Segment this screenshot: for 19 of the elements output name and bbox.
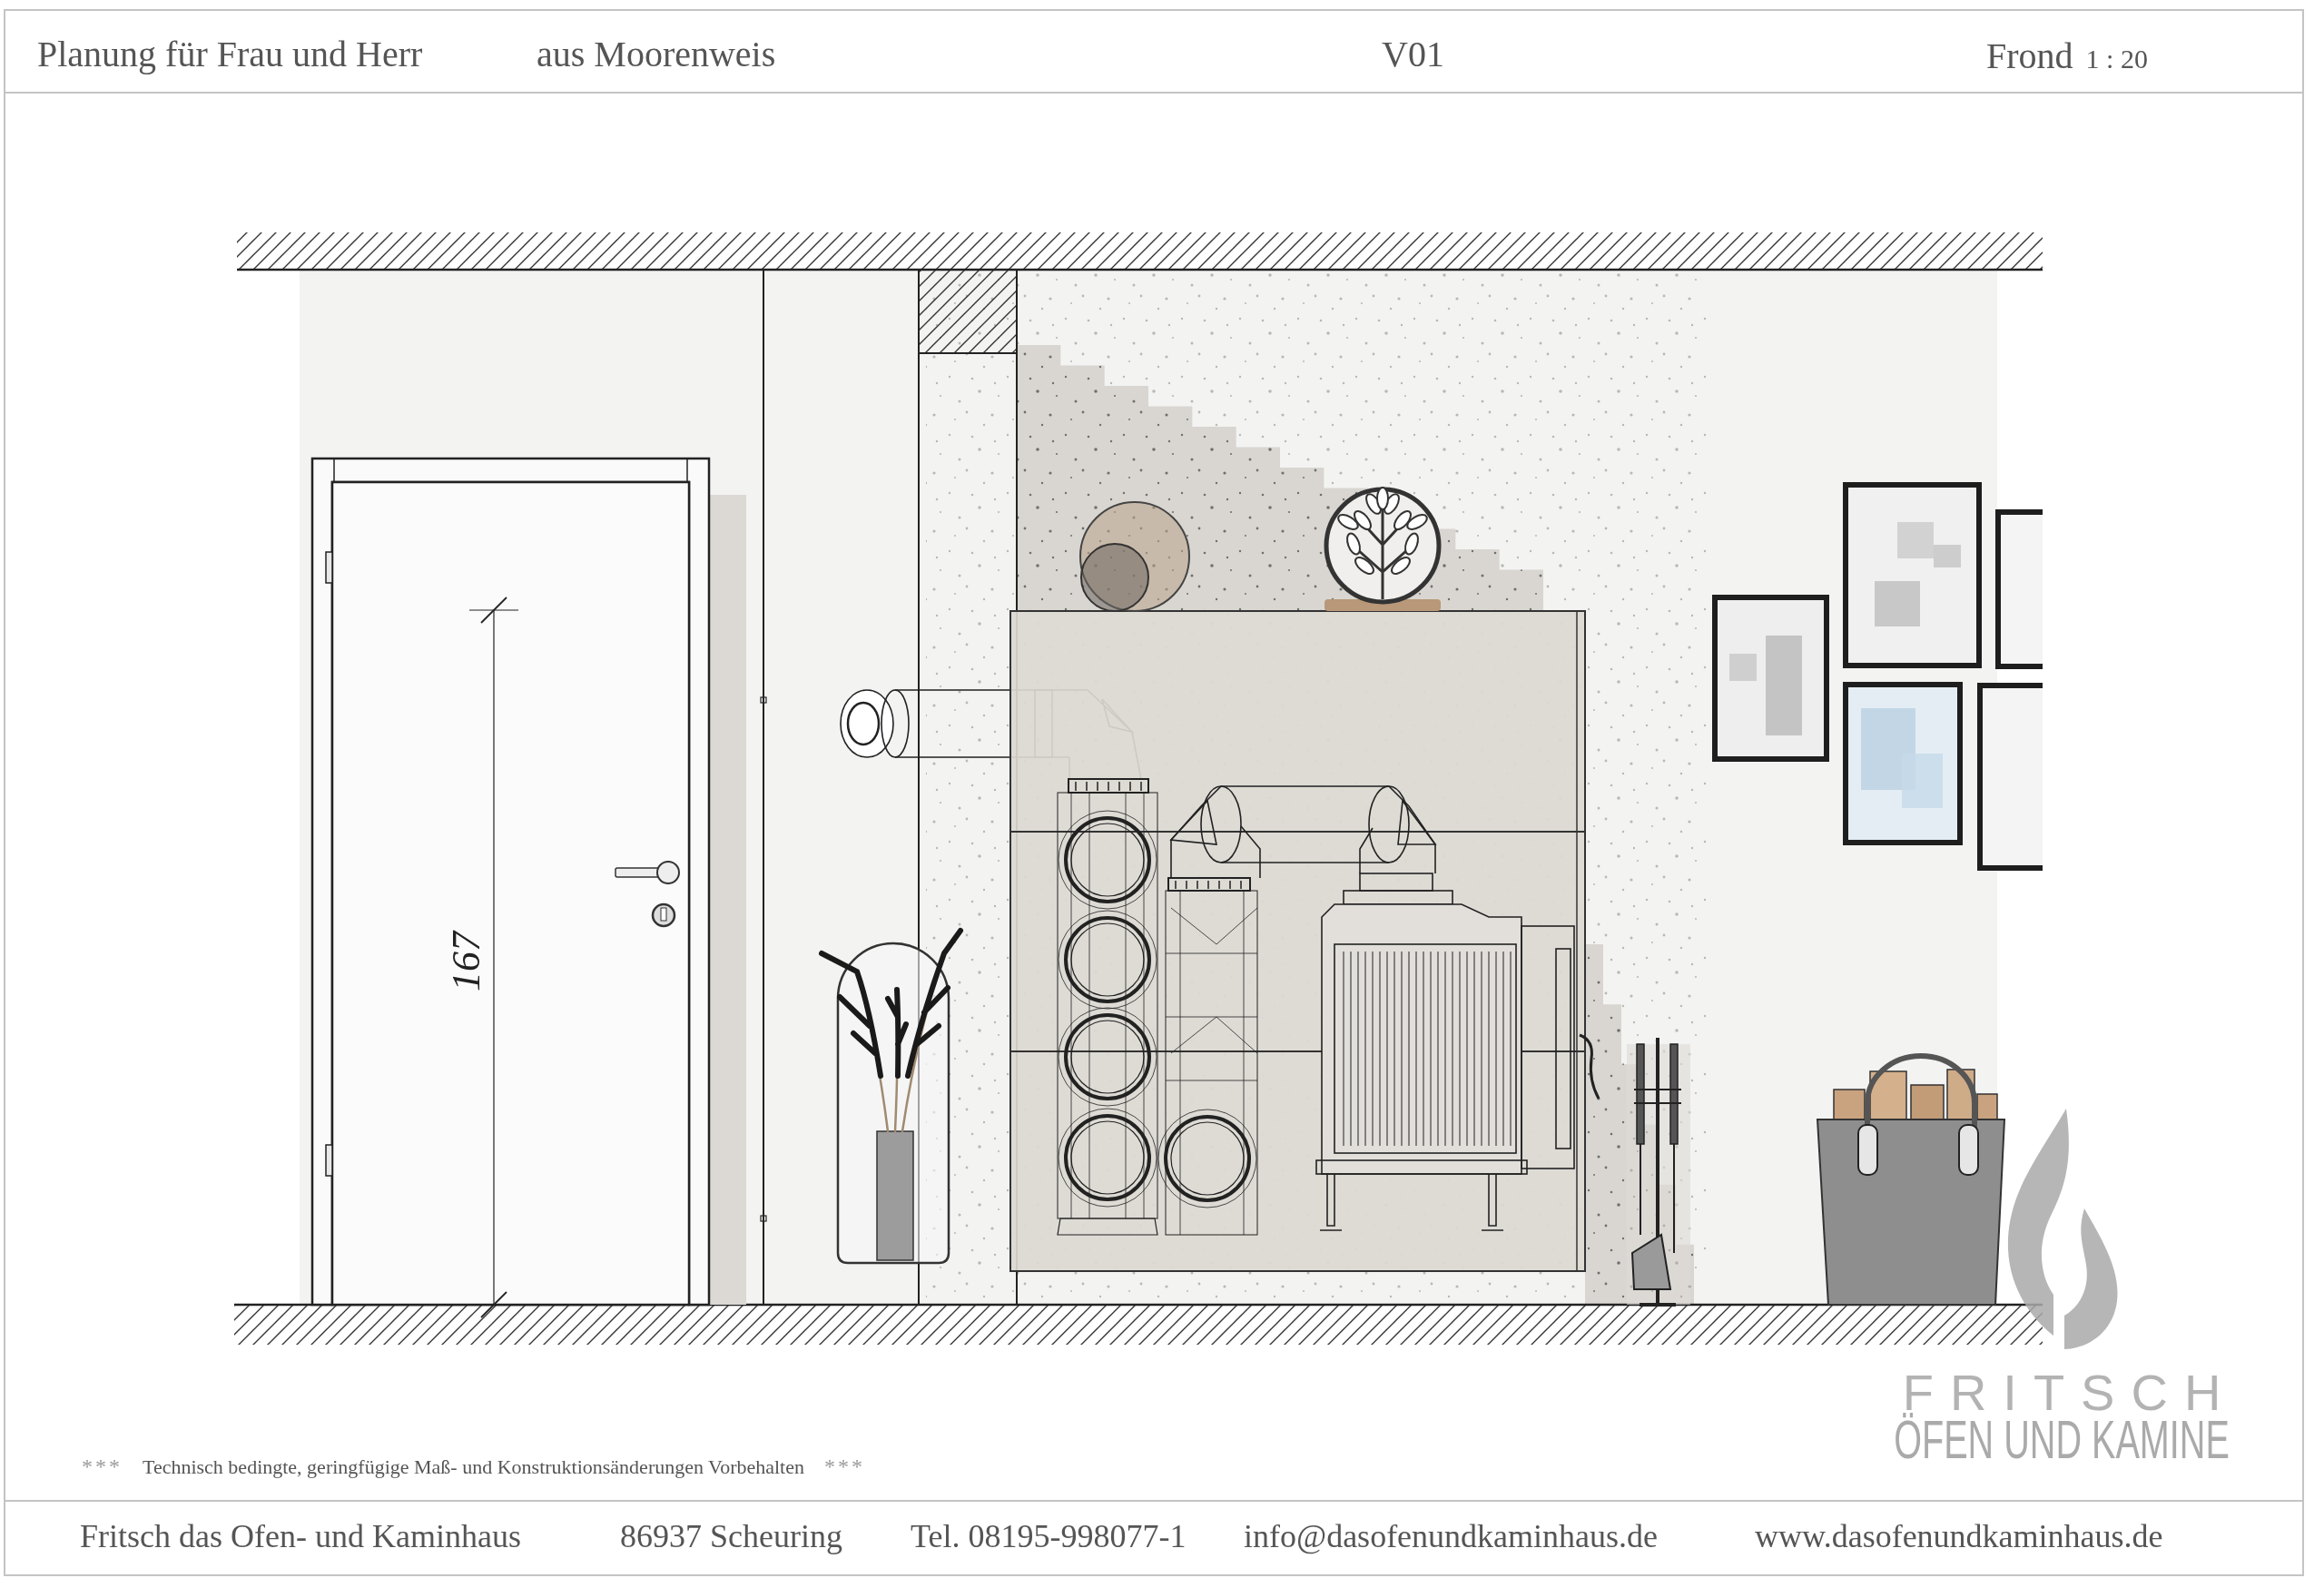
email-address: info@dasofenundkaminhaus.de <box>1244 1517 1659 1555</box>
scale-label: 1 : 20 <box>2085 44 2148 74</box>
location-title: aus Moorenweis <box>537 33 777 75</box>
phone-number: Tel. 08195-998077-1 <box>911 1517 1187 1555</box>
door-handle <box>615 861 680 884</box>
view-label: Frond <box>1986 35 2073 77</box>
hinge-icon <box>325 1144 333 1177</box>
hinge-icon <box>325 551 333 584</box>
dimension-label: 167 <box>444 932 488 991</box>
company-name: Fritsch das Ofen- und Kaminhaus <box>80 1517 522 1555</box>
client-title: Planung für Frau und Herr <box>37 33 424 75</box>
version-label: V01 <box>1382 33 1445 75</box>
footnote-marker: *** <box>82 1455 123 1479</box>
footnote-marker: *** <box>824 1455 865 1479</box>
lock-cylinder-icon <box>651 902 676 928</box>
disclaimer-text: Technisch bedingte, geringfügige Maß- und Konstruktionsänderungen Vorbehalten <box>143 1455 804 1479</box>
postal-address: 86937 Scheuring <box>620 1517 843 1555</box>
website-address: www.dasofenundkaminhaus.de <box>1755 1517 2164 1555</box>
logo-tagline: ÖFEN UND KAMINE <box>1894 1415 2230 1465</box>
